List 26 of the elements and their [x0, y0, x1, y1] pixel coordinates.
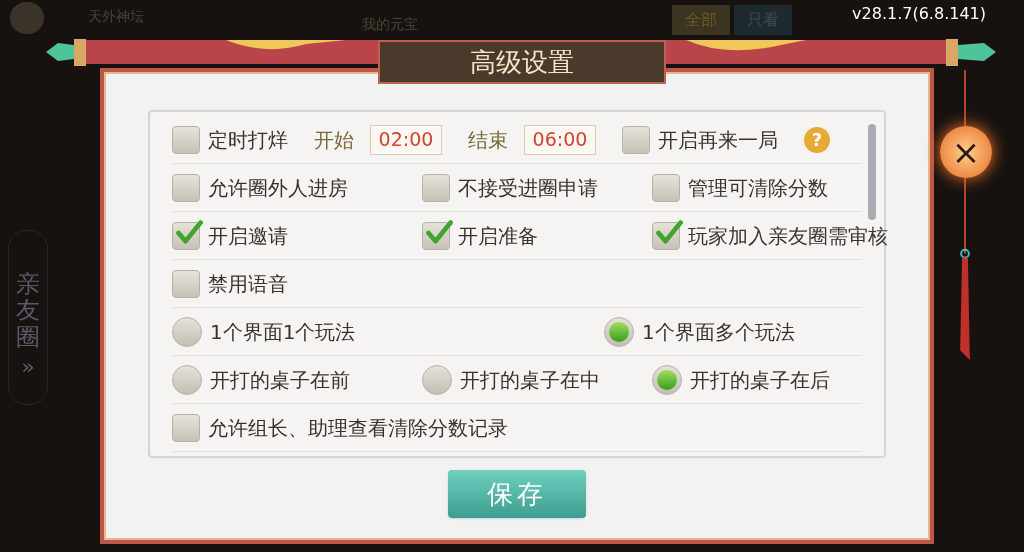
- checkbox-option[interactable]: 不接受进圈申请: [422, 172, 598, 203]
- checkbox-option[interactable]: 禁用语音: [172, 268, 288, 299]
- checkmark-icon: [425, 218, 453, 247]
- checkmark-icon: [655, 218, 683, 247]
- checkbox-option[interactable]: 玩家加入亲友圈需审核: [652, 220, 888, 251]
- time-label: 结束: [468, 126, 508, 154]
- close-button[interactable]: ×: [940, 126, 992, 178]
- time-label: 开始: [314, 126, 354, 154]
- checkbox-option[interactable]: 允许组长、助理查看清除分数记录: [172, 412, 508, 443]
- radio-option[interactable]: 开打的桌子在前: [172, 364, 350, 395]
- version-text: v28.1.7(6.8.141): [852, 3, 986, 25]
- radio-option[interactable]: 开打的桌子在后: [652, 364, 830, 395]
- checkbox-option[interactable]: 管理可清除分数: [652, 172, 828, 203]
- radio-option[interactable]: 1个界面1个玩法: [172, 316, 356, 347]
- dialog-title: 高级设置: [470, 45, 574, 79]
- checkbox-option[interactable]: 开启邀请: [172, 220, 288, 251]
- checkmark-icon: [175, 218, 203, 247]
- checkbox-option[interactable]: 开启再来一局: [622, 124, 778, 155]
- time-field[interactable]: 06:00: [524, 124, 596, 155]
- checkbox-option[interactable]: 允许圈外人进房: [172, 172, 348, 203]
- checkbox-option[interactable]: 开启准备: [422, 220, 538, 251]
- time-field[interactable]: 02:00: [370, 124, 442, 155]
- radio-option[interactable]: 开打的桌子在中: [422, 364, 600, 395]
- radio-option[interactable]: 1个界面多个玩法: [604, 316, 795, 347]
- scrollbar-thumb[interactable]: [868, 124, 876, 220]
- checkbox-option[interactable]: 定时打烊: [172, 124, 288, 155]
